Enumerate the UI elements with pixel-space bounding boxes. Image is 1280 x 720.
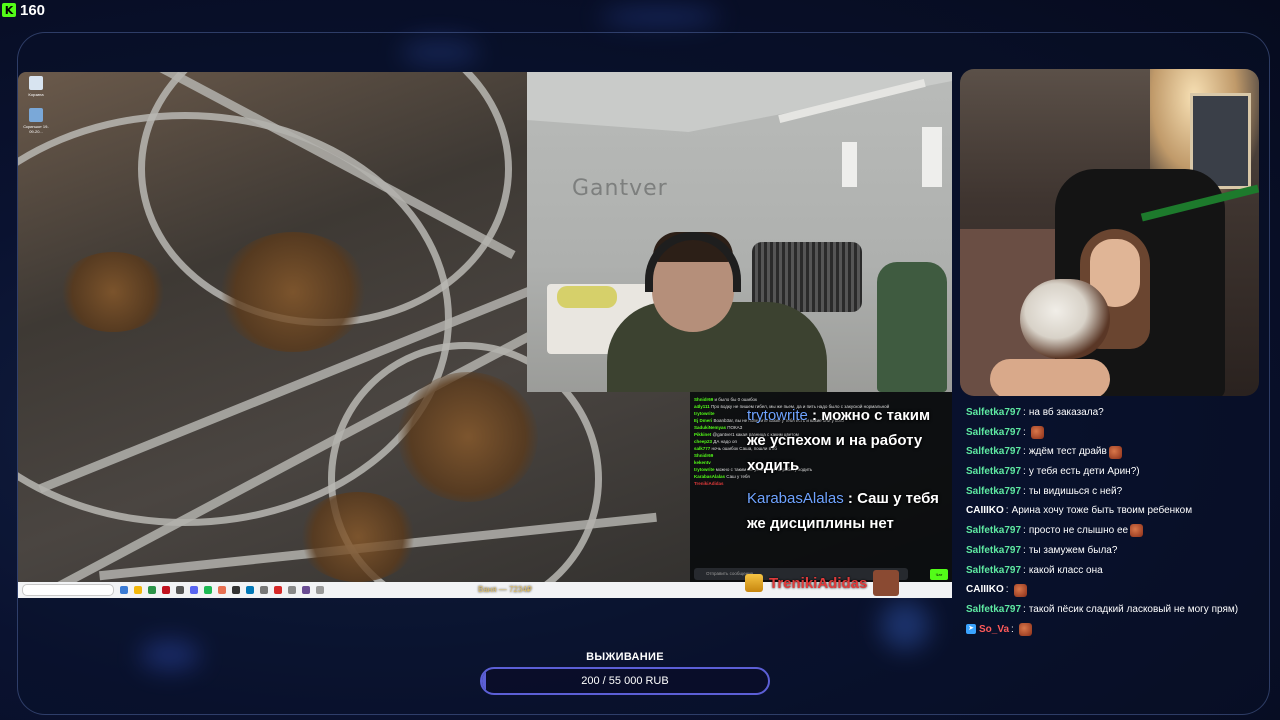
taskbar-app-icon[interactable] xyxy=(316,586,324,594)
background-glow xyxy=(600,8,720,26)
chat-overlay-user: trytowrite xyxy=(747,407,808,424)
taskbar-app-icon[interactable] xyxy=(148,586,156,594)
chat-message: Salfetka797: такой пёсик сладкий ласковый… xyxy=(966,603,1239,615)
donation-alert: TrenikiAdidas xyxy=(745,570,900,596)
chat-message: CAIIIKO: xyxy=(966,580,1276,600)
taskbar-app-icon[interactable] xyxy=(190,586,198,594)
wall-sign: Gantver xyxy=(572,176,668,201)
chat-message: CAIIIKO: Арина хочу тоже быть твоим ребен… xyxy=(966,505,1193,517)
taskbar-search[interactable] xyxy=(22,584,114,596)
badge-icon: ➤ xyxy=(966,624,976,635)
stream-chat: Salfetka797: на вб заказала? Salfetka797:… xyxy=(966,403,1276,639)
kick-chat-line: Shnidr69 и было бы 0 ошибок xyxy=(694,397,758,402)
ceiling xyxy=(527,72,952,132)
chat-message: ➤ So_Va: xyxy=(966,620,1276,640)
taskbar-app-icon[interactable] xyxy=(274,586,282,594)
desktop-icon-screenshot[interactable]: Скриншот 19-09-20... xyxy=(22,108,50,134)
taskbar-donation-text: Ваня — 7234₽ xyxy=(478,585,532,594)
wall-box xyxy=(842,142,857,187)
chat-overlay-user: KarabasAlalas xyxy=(747,490,844,507)
taskbar-app-icon[interactable] xyxy=(260,586,268,594)
goal-progress-bar: 200 / 55 000 RUB xyxy=(480,667,770,695)
chat-message: Salfetka797: ты замужем была? xyxy=(966,544,1118,556)
guest-arm xyxy=(990,359,1110,396)
trees xyxy=(398,372,538,502)
taskbar-app-icon[interactable] xyxy=(176,586,184,594)
chat-message: Salfetka797: просто не слышно ее xyxy=(966,521,1276,541)
wall-box xyxy=(922,127,942,187)
goal-progress-text: 200 / 55 000 RUB xyxy=(581,675,669,687)
taskbar-app-icon[interactable] xyxy=(162,586,170,594)
taskbar-app-icon[interactable] xyxy=(218,586,226,594)
desktop-icon-recycle-bin[interactable]: Корзина xyxy=(22,76,50,97)
chat-overlay-message: trytowrite : можно с таким же успехом и … xyxy=(747,407,931,474)
pillow xyxy=(557,286,617,308)
kick-logo-icon: K xyxy=(2,3,16,17)
devil-emote-icon xyxy=(1030,426,1044,440)
webcam-guest xyxy=(960,69,1259,396)
trees xyxy=(58,252,168,332)
viewer-count: 160 xyxy=(20,1,46,19)
kick-chat-send-button[interactable]: Чат xyxy=(930,569,948,580)
taskbar-app-icon[interactable] xyxy=(232,586,240,594)
taskbar-app-icon[interactable] xyxy=(120,586,128,594)
taskbar-app-icon[interactable] xyxy=(134,586,142,594)
screenshot-file-icon xyxy=(29,108,43,122)
webcam-streamer: Gantver xyxy=(527,72,952,392)
chat-overlay-message: KarabasAlalas : Саш у тебя же дисциплины… xyxy=(747,490,939,532)
devil-emote-icon xyxy=(1130,524,1144,538)
emote-icon xyxy=(1108,445,1122,459)
goal-title: ВЫЖИВАНИЕ xyxy=(586,651,664,663)
taskbar-app-icon[interactable] xyxy=(302,586,310,594)
chat-message: Salfetka797: xyxy=(966,423,1276,443)
taskbar-app-icon[interactable] xyxy=(246,586,254,594)
chat-message: Salfetka797: у тебя есть дети Арин?) xyxy=(966,466,1140,478)
donor-emote-icon xyxy=(873,570,900,596)
crown-icon xyxy=(745,574,763,592)
trees xyxy=(218,232,368,352)
donor-name: TrenikiAdidas xyxy=(769,574,868,592)
viewer-count-badge: K 160 xyxy=(2,1,45,19)
taskbar-app-icon[interactable] xyxy=(204,586,212,594)
chat-message: Salfetka797: какой класс она xyxy=(966,564,1103,576)
trees xyxy=(298,492,418,582)
chat-message: Salfetka797: ты видишься с ней? xyxy=(966,485,1123,497)
chat-message: Salfetka797: на вб заказала? xyxy=(966,407,1104,418)
taskbar-app-icon[interactable] xyxy=(288,586,296,594)
dog xyxy=(1020,279,1110,359)
jacket xyxy=(877,262,947,392)
emote-icon xyxy=(1018,622,1032,636)
emote-icon xyxy=(1013,583,1027,597)
chat-message: Salfetka797: ждём тест драйв xyxy=(966,442,1276,462)
recycle-bin-icon xyxy=(29,76,43,90)
